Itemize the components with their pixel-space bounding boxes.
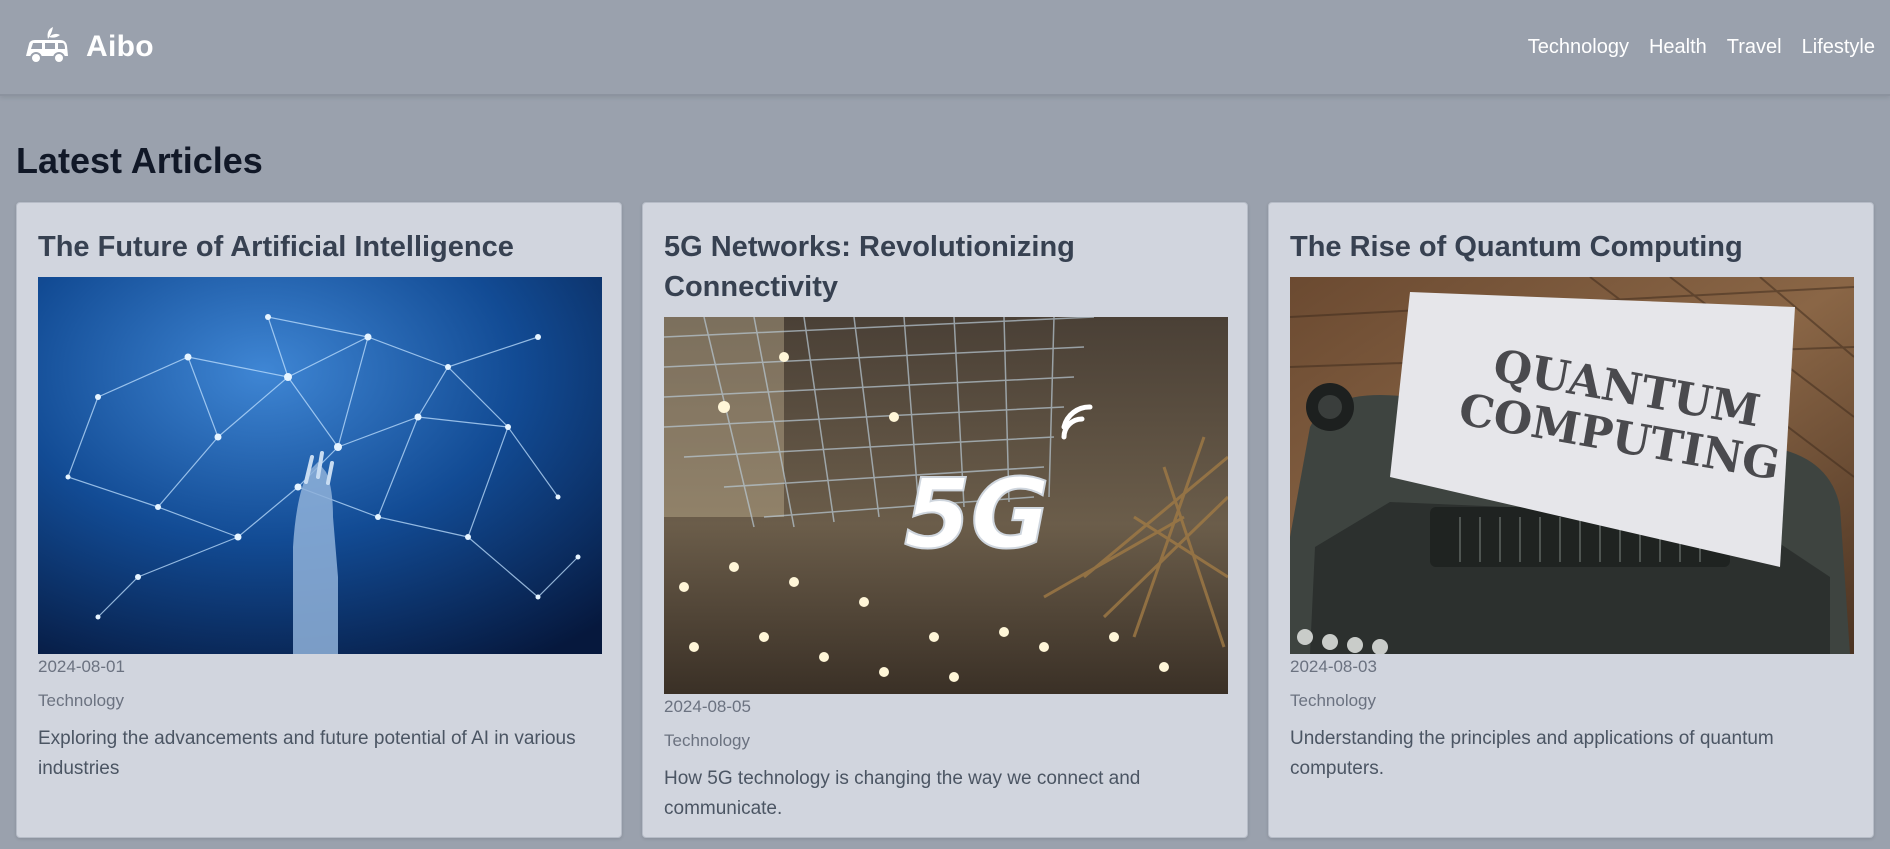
article-card[interactable]: 5G Networks: Revolutionizing Connectivit… <box>642 202 1248 838</box>
typewriter-quantum-computing-image: QUANTUM COMPUTING <box>1290 277 1854 654</box>
brand-name: Aibo <box>86 30 154 63</box>
nav-links: Technology Health Travel Lifestyle <box>1528 36 1875 59</box>
article-title[interactable]: The Rise of Quantum Computing <box>1290 227 1852 267</box>
article-date: 2024-08-01 <box>38 657 125 676</box>
nav-link-health[interactable]: Health <box>1649 36 1707 59</box>
article-description: How 5G technology is changing the way we… <box>664 768 1141 819</box>
ai-network-hand-image <box>38 277 602 654</box>
navbar: Aibo Technology Health Travel Lifestyle <box>0 0 1890 96</box>
article-title[interactable]: The Future of Artificial Intelligence <box>38 227 600 267</box>
article-title[interactable]: 5G Networks: Revolutionizing Connectivit… <box>664 227 1226 307</box>
5g-sign-text: 5G <box>904 458 1050 570</box>
article-date: 2024-08-03 <box>1290 657 1377 676</box>
article-date: 2024-08-05 <box>664 697 751 716</box>
van-logo-icon <box>26 27 68 64</box>
article-category[interactable]: Technology <box>664 731 1226 751</box>
article-category[interactable]: Technology <box>1290 691 1852 711</box>
section-title: Latest Articles <box>16 140 263 181</box>
brand[interactable]: Aibo <box>22 22 154 72</box>
article-card[interactable]: The Rise of Quantum Computing QUANTUM CO… <box>1268 202 1874 838</box>
article-description: Exploring the advancements and future po… <box>38 728 576 779</box>
article-image[interactable] <box>38 277 602 654</box>
article-card[interactable]: The Future of Artificial Intelligence 20… <box>16 202 622 838</box>
nav-link-travel[interactable]: Travel <box>1727 36 1782 59</box>
article-description: Understanding the principles and applica… <box>1290 728 1774 779</box>
nav-link-technology[interactable]: Technology <box>1528 36 1629 59</box>
article-list: The Future of Artificial Intelligence 20… <box>16 202 1874 838</box>
article-category[interactable]: Technology <box>38 691 600 711</box>
5g-sign-image: 5G <box>664 317 1228 694</box>
nav-link-lifestyle[interactable]: Lifestyle <box>1802 36 1875 59</box>
article-image[interactable]: QUANTUM COMPUTING <box>1290 277 1854 654</box>
article-image[interactable]: 5G <box>664 317 1228 694</box>
